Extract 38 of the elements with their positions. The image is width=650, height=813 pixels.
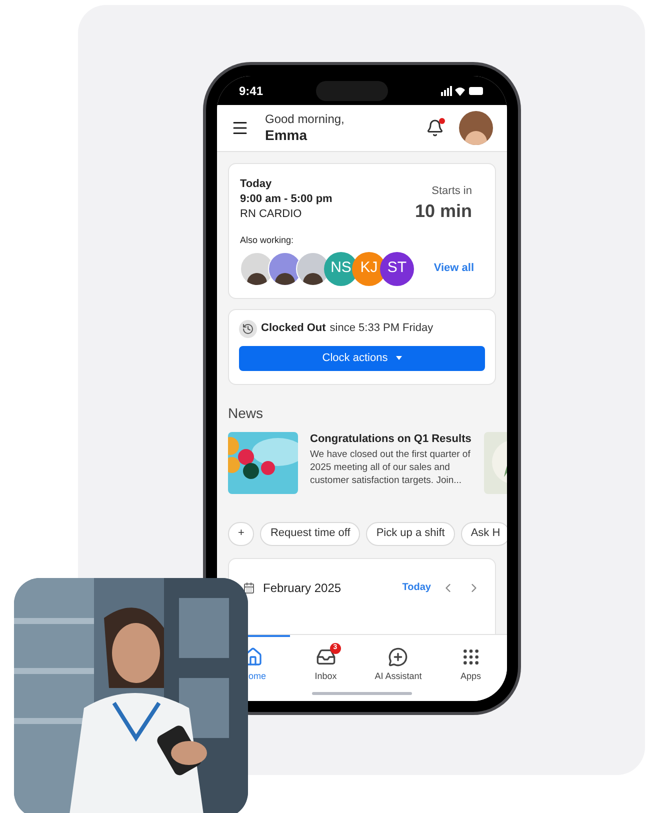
- clock-since: since 5:33 PM Friday: [330, 321, 434, 336]
- also-working-label: Also working:: [240, 234, 294, 247]
- calendar-month: February 2025: [263, 580, 342, 596]
- status-icons: [441, 86, 485, 96]
- shift-hours: 9:00 am - 5:00 pm: [240, 192, 332, 207]
- starts-value: 10 min: [414, 200, 472, 222]
- news-title[interactable]: Congratulations on Q1 Results: [310, 432, 472, 446]
- add-chip[interactable]: +: [228, 522, 254, 546]
- calendar-icon: [243, 582, 255, 594]
- coworker-avatar[interactable]: ST: [380, 252, 414, 286]
- clock-actions-button[interactable]: Clock actions: [239, 346, 485, 370]
- chat-plus-icon: [388, 647, 408, 667]
- nav-label: Inbox: [314, 670, 337, 683]
- nav-label: AI Assistant: [374, 670, 422, 683]
- view-all-link[interactable]: View all: [434, 260, 474, 277]
- nav-label: ome: [247, 670, 266, 683]
- shift-day: Today: [240, 177, 332, 192]
- starts-label: Starts in: [432, 184, 472, 199]
- status-time: 9:41: [239, 82, 264, 100]
- nav-tab[interactable]: Apps: [434, 635, 507, 692]
- action-chip[interactable]: Request time off: [260, 522, 360, 546]
- shift-role: RN CARDIO: [240, 207, 303, 222]
- today-button[interactable]: Today: [402, 580, 431, 595]
- news-summary: We have closed out the first quarter of 2025 meeting all of our sales and customer satisfaction targets. Join...: [310, 448, 472, 486]
- avatar[interactable]: [459, 111, 493, 145]
- news-heading: News: [228, 404, 264, 422]
- action-chip[interactable]: Ask H: [460, 522, 507, 546]
- greeting-text: Good morning,: [265, 112, 344, 127]
- user-name: Emma: [265, 126, 308, 144]
- notification-button[interactable]: [425, 118, 445, 138]
- caret-icon: [396, 356, 402, 360]
- grid-icon: [460, 647, 481, 667]
- clock-status: Clocked Out: [261, 321, 326, 336]
- clock-history-icon: [239, 320, 257, 338]
- menu-icon[interactable]: [231, 119, 249, 137]
- nav-label: Apps: [460, 670, 481, 683]
- action-chip[interactable]: Pick up a shift: [366, 522, 455, 546]
- nav-tab[interactable]: AI Assistant: [362, 635, 434, 692]
